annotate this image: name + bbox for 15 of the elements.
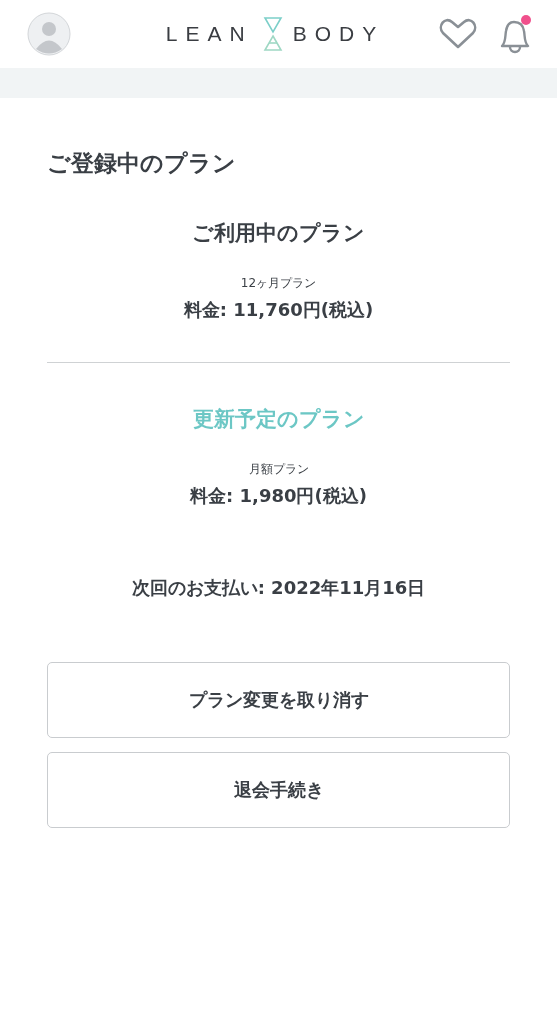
plan-name: 月額プラン <box>248 461 309 478</box>
unsubscribe-button[interactable]: 退会手続き <box>47 752 510 828</box>
plan-name: 12ヶ月プラン <box>240 275 317 292</box>
hourglass-logo-icon <box>262 16 283 52</box>
avatar-icon[interactable] <box>27 12 71 56</box>
heart-icon[interactable] <box>439 18 477 50</box>
next-payment-text: 次回のお支払い: 2022年11月16日 <box>130 576 427 600</box>
plan-price: 料金: 1,980円(税込) <box>190 484 367 508</box>
plan-price: 料金: 11,760円(税込) <box>183 298 374 322</box>
logo-text: BODY <box>292 22 385 46</box>
logo-text: LEAN <box>165 22 253 46</box>
page-title: ご登録中のプラン <box>47 149 237 178</box>
plan-heading: ご利用中のプラン <box>192 220 365 247</box>
cancel-change-button[interactable]: プラン変更を取り消す <box>47 662 510 738</box>
plan-heading: 更新予定のプラン <box>192 406 365 433</box>
